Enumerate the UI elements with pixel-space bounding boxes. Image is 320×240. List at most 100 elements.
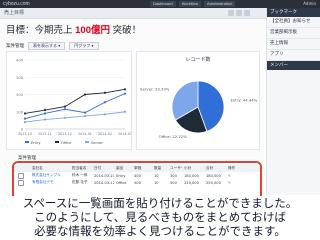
caption-line-2: このようにして、見るべきものをまとめておけば: [34, 210, 286, 224]
brand-logo[interactable]: cybozu.com: [3, 0, 30, 8]
sidebar-item-apps[interactable]: アプリ: [267, 50, 320, 61]
x-tick-label: 2014-03: [118, 132, 131, 136]
data-point: [83, 93, 87, 96]
cell-total: 250,000: [206, 180, 221, 185]
cell-subtotal: 180,000: [184, 173, 199, 178]
series-line-office: [24, 88, 126, 114]
pie-chart: Entry: 44.44% Office: 22.22% Server: 33.33…: [140, 80, 258, 139]
data-point: [83, 114, 87, 118]
sidebar-item-sales-info[interactable]: 売上情報: [267, 39, 320, 50]
x-tick-label: 2013-12: [58, 132, 72, 136]
legend-swatch: [25, 141, 29, 143]
data-point: [123, 92, 127, 95]
right-sidebar: ブックマーク 【全社員】お知らせ 営業部掲示板 売上情報 アプリ メンバー: [266, 8, 320, 195]
th-actions: 操作: [228, 166, 236, 170]
cell-users: 500: [170, 180, 177, 185]
data-point: [43, 118, 47, 121]
th-date[interactable]: 日付: [94, 166, 114, 171]
legend-label: Entry: [31, 141, 41, 145]
notification-icon[interactable]: [228, 10, 234, 16]
row-checkbox[interactable]: [18, 179, 24, 186]
cell-qty: 10: [154, 173, 159, 178]
data-point: [43, 112, 47, 115]
data-point: [63, 105, 67, 108]
table-row[interactable]: 株式会社サンプル 鈴木 一郎 2014-03-10 Entry 300 10 3…: [14, 172, 260, 179]
pie-label: Office: 22.22%: [159, 134, 187, 139]
line-chart: 0 100 200 300 400 2013-10 2013-11 2013-12 2014-0…: [16, 59, 132, 146]
th-users[interactable]: ユーザー数: [170, 166, 182, 171]
show-table-button[interactable]: 表を表示する ▾: [28, 41, 66, 50]
y-tick-label: 400: [16, 59, 24, 63]
settings-icon[interactable]: [236, 10, 242, 16]
tab-administration[interactable]: Administration: [203, 1, 236, 7]
edit-icon[interactable]: ✎: [228, 174, 240, 178]
cell-company[interactable]: 有限会社デモ: [32, 180, 70, 185]
x-tick-label: 2014-01: [78, 132, 92, 136]
pie-label: Entry: 44.44%: [230, 97, 257, 102]
series-line-entry: [24, 93, 126, 120]
goal-suffix: 突破！: [110, 25, 142, 36]
caption-text: スペースに一覧画面を貼り付けることができました。 このようにして、見るべきものを…: [0, 196, 320, 240]
legend-label: Server: [91, 141, 103, 145]
x-tick-label: 2013-11: [38, 132, 52, 136]
th-company[interactable]: 会社名: [32, 166, 70, 171]
table-header-row: 会社名 担当者名 日付 製品 単価 数量 ユーザー数 小計 合計 操作: [14, 165, 260, 172]
th-qty[interactable]: 数量: [154, 166, 168, 171]
th-product[interactable]: 製品: [116, 166, 132, 171]
caption-line-1: スペースに一覧画面を貼り付けることができました。: [22, 196, 298, 210]
data-point: [123, 88, 127, 91]
th-subtotal[interactable]: 小計: [184, 166, 204, 171]
x-tick-label: 2014-02: [98, 132, 112, 136]
th-total[interactable]: 合計: [206, 166, 226, 171]
data-point: [23, 112, 27, 115]
th-contact[interactable]: 担当者名: [72, 166, 92, 171]
sidebar-item-notice[interactable]: 【全社員】お知らせ: [267, 17, 320, 28]
cell-company[interactable]: 株式会社サンプル: [32, 173, 70, 178]
sidebar-item-sales-board[interactable]: 営業部掲示板: [267, 28, 320, 39]
y-tick-label: 0: [21, 128, 24, 132]
legend-swatch: [85, 141, 89, 143]
y-tick-label: 300: [16, 76, 24, 80]
panel-toolbar: 案件管理 表を表示する ▾ 円グラフ ▾: [6, 41, 258, 50]
line-chart-card: 0 100 200 300 400 2013-10 2013-11 2013-12 2014-0…: [6, 51, 132, 150]
table-row[interactable]: 有限会社デモ 佐藤 花子 2014-03-12 Office 500 10 50…: [14, 179, 260, 186]
data-point: [23, 121, 27, 124]
data-point: [63, 108, 67, 111]
tab-workflow[interactable]: Workflow: [178, 1, 201, 7]
help-icon[interactable]: [244, 10, 250, 16]
data-point: [43, 108, 47, 112]
cell-product: Entry: [116, 173, 126, 178]
cell-qty: 10: [154, 180, 159, 185]
data-point: [23, 117, 27, 120]
cell-subtotal: 250,000: [184, 180, 199, 185]
records-table: 会社名 担当者名 日付 製品 単価 数量 ユーザー数 小計 合計 操作 株式会社…: [12, 161, 262, 201]
cell-total: 180,000: [206, 173, 221, 178]
edit-icon[interactable]: ✎: [228, 181, 240, 185]
th-unit-price[interactable]: 単価: [134, 166, 152, 171]
cell-date: 2014-03-10: [94, 173, 114, 178]
chart-type-button[interactable]: 円グラフ ▾: [69, 41, 99, 50]
cell-contact: 鈴木 一郎: [72, 173, 88, 177]
data-point: [83, 111, 87, 114]
data-point: [103, 101, 107, 104]
pie-chart-card: レコード数 Entry: 44.44% Office: 22.22% Server:…: [136, 51, 260, 150]
tab-dashboard[interactable]: Dashboard: [150, 1, 176, 7]
sidebar-section-members: メンバー: [267, 61, 320, 70]
browser-tabs: Dashboard Workflow Administration: [150, 1, 236, 7]
series-line-server: [24, 111, 126, 123]
row-checkbox[interactable]: [18, 172, 24, 179]
cell-product: Office: [116, 180, 127, 185]
breadcrumb[interactable]: 売上目標: [4, 8, 24, 18]
caption-line-3: 必要な情報を効率よく見つけることができます。: [34, 224, 286, 238]
user-menu[interactable]: Admin: [303, 0, 316, 8]
pie-label: Server: 33.33%: [140, 87, 170, 92]
data-point: [103, 91, 107, 94]
legend-swatch: [55, 141, 59, 143]
cell-users: 300: [170, 173, 177, 178]
header-icons: [228, 10, 250, 16]
cell-contact: 佐藤 花子: [72, 180, 88, 184]
main-content: 目標：今期売上 100億円 突破！ 案件管理 表を表示する ▾ 円グラフ ▾ 0…: [0, 19, 264, 201]
panel-title: 案件管理: [6, 43, 24, 49]
cell-unit-price: 500: [134, 180, 141, 185]
cell-date: 2014-03-12: [94, 180, 114, 185]
